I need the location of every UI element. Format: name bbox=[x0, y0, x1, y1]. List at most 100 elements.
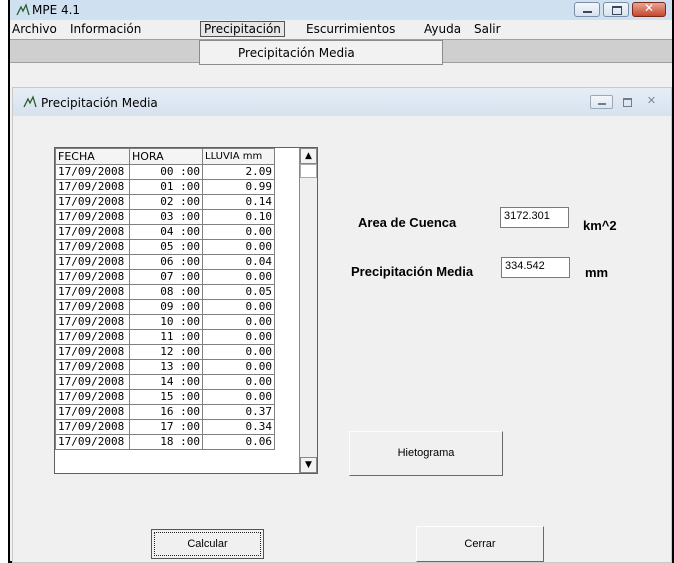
header-lluvia[interactable]: LLUVIA mm bbox=[202, 148, 275, 165]
cell-lluvia[interactable]: 0.00 bbox=[202, 239, 275, 255]
rainfall-grid[interactable]: FECHA HORA LLUVIA mm 17/09/2008 00 :00 2.0… bbox=[54, 147, 318, 474]
table-row[interactable]: 17/09/2008 16 :00 0.37 bbox=[55, 404, 275, 420]
cell-lluvia[interactable]: 0.00 bbox=[202, 314, 275, 330]
cell-fecha[interactable]: 17/09/2008 bbox=[55, 254, 130, 270]
hietograma-button[interactable]: Hietograma bbox=[349, 431, 503, 476]
table-row[interactable]: 17/09/2008 11 :00 0.00 bbox=[55, 329, 275, 345]
cell-hora[interactable]: 10 :00 bbox=[129, 314, 203, 330]
calcular-button[interactable]: Calcular bbox=[151, 529, 264, 559]
cell-hora[interactable]: 09 :00 bbox=[129, 299, 203, 315]
grid-scrollbar[interactable]: ▲ ▼ bbox=[299, 148, 317, 473]
cell-fecha[interactable]: 17/09/2008 bbox=[55, 239, 130, 255]
table-row[interactable]: 17/09/2008 13 :00 0.00 bbox=[55, 359, 275, 375]
table-row[interactable]: 17/09/2008 05 :00 0.00 bbox=[55, 239, 275, 255]
child-close-button[interactable]: ✕ bbox=[640, 94, 663, 109]
cell-hora[interactable]: 02 :00 bbox=[129, 194, 203, 210]
cell-fecha[interactable]: 17/09/2008 bbox=[55, 374, 130, 390]
precip-field[interactable]: 334.542 bbox=[501, 257, 570, 278]
cell-fecha[interactable]: 17/09/2008 bbox=[55, 299, 130, 315]
cell-hora[interactable]: 17 :00 bbox=[129, 419, 203, 435]
cell-fecha[interactable]: 17/09/2008 bbox=[55, 179, 130, 195]
cell-hora[interactable]: 05 :00 bbox=[129, 239, 203, 255]
cell-hora[interactable]: 13 :00 bbox=[129, 359, 203, 375]
table-row[interactable]: 17/09/2008 17 :00 0.34 bbox=[55, 419, 275, 435]
cell-hora[interactable]: 01 :00 bbox=[129, 179, 203, 195]
scroll-thumb[interactable] bbox=[300, 164, 317, 178]
child-minimize-button[interactable] bbox=[590, 95, 613, 109]
menu-ayuda[interactable]: Ayuda bbox=[424, 22, 461, 36]
cell-fecha[interactable]: 17/09/2008 bbox=[55, 344, 130, 360]
menu-precipitacion[interactable]: Precipitación bbox=[200, 21, 285, 37]
cell-fecha[interactable]: 17/09/2008 bbox=[55, 164, 130, 180]
table-row[interactable]: 17/09/2008 02 :00 0.14 bbox=[55, 194, 275, 210]
minimize-button[interactable] bbox=[574, 2, 600, 17]
table-row[interactable]: 17/09/2008 07 :00 0.00 bbox=[55, 269, 275, 285]
cell-hora[interactable]: 14 :00 bbox=[129, 374, 203, 390]
cell-fecha[interactable]: 17/09/2008 bbox=[55, 419, 130, 435]
cell-lluvia[interactable]: 0.00 bbox=[202, 389, 275, 405]
cell-hora[interactable]: 12 :00 bbox=[129, 344, 203, 360]
cell-lluvia[interactable]: 0.34 bbox=[202, 419, 275, 435]
area-field[interactable]: 3172.301 bbox=[500, 207, 569, 228]
cell-hora[interactable]: 00 :00 bbox=[129, 164, 203, 180]
menu-item-precipitacion-media[interactable]: Precipitación Media bbox=[238, 46, 355, 60]
table-row[interactable]: 17/09/2008 04 :00 0.00 bbox=[55, 224, 275, 240]
cell-lluvia[interactable]: 0.00 bbox=[202, 299, 275, 315]
cell-fecha[interactable]: 17/09/2008 bbox=[55, 329, 130, 345]
cell-lluvia[interactable]: 0.00 bbox=[202, 344, 275, 360]
table-row[interactable]: 17/09/2008 12 :00 0.00 bbox=[55, 344, 275, 360]
down-arrow-icon[interactable]: ▼ bbox=[300, 457, 317, 473]
cell-hora[interactable]: 18 :00 bbox=[129, 434, 203, 450]
cell-lluvia[interactable]: 0.99 bbox=[202, 179, 275, 195]
cell-hora[interactable]: 16 :00 bbox=[129, 404, 203, 420]
up-arrow-icon[interactable]: ▲ bbox=[300, 148, 317, 164]
cell-lluvia[interactable]: 0.04 bbox=[202, 254, 275, 270]
cell-lluvia[interactable]: 0.05 bbox=[202, 284, 275, 300]
header-hora[interactable]: HORA bbox=[129, 148, 203, 165]
table-row[interactable]: 17/09/2008 09 :00 0.00 bbox=[55, 299, 275, 315]
table-row[interactable]: 17/09/2008 10 :00 0.00 bbox=[55, 314, 275, 330]
cell-hora[interactable]: 15 :00 bbox=[129, 389, 203, 405]
cell-fecha[interactable]: 17/09/2008 bbox=[55, 314, 130, 330]
cell-fecha[interactable]: 17/09/2008 bbox=[55, 194, 130, 210]
cell-hora[interactable]: 03 :00 bbox=[129, 209, 203, 225]
cell-lluvia[interactable]: 0.00 bbox=[202, 329, 275, 345]
table-row[interactable]: 17/09/2008 06 :00 0.04 bbox=[55, 254, 275, 270]
table-row[interactable]: 17/09/2008 15 :00 0.00 bbox=[55, 389, 275, 405]
cell-hora[interactable]: 06 :00 bbox=[129, 254, 203, 270]
cell-fecha[interactable]: 17/09/2008 bbox=[55, 404, 130, 420]
menu-escurrimientos[interactable]: Escurrimientos bbox=[306, 22, 395, 36]
header-fecha[interactable]: FECHA bbox=[55, 148, 130, 165]
table-row[interactable]: 17/09/2008 18 :00 0.06 bbox=[55, 434, 275, 450]
child-maximize-button[interactable] bbox=[615, 95, 638, 109]
menu-archivo[interactable]: Archivo bbox=[12, 22, 57, 36]
cell-fecha[interactable]: 17/09/2008 bbox=[55, 389, 130, 405]
cell-hora[interactable]: 11 :00 bbox=[129, 329, 203, 345]
table-row[interactable]: 17/09/2008 03 :00 0.10 bbox=[55, 209, 275, 225]
cell-fecha[interactable]: 17/09/2008 bbox=[55, 284, 130, 300]
cell-lluvia[interactable]: 0.00 bbox=[202, 269, 275, 285]
cell-fecha[interactable]: 17/09/2008 bbox=[55, 359, 130, 375]
cell-lluvia[interactable]: 0.00 bbox=[202, 374, 275, 390]
cell-lluvia[interactable]: 0.37 bbox=[202, 404, 275, 420]
cell-lluvia[interactable]: 0.00 bbox=[202, 224, 275, 240]
close-button[interactable]: ✕ bbox=[632, 1, 666, 17]
table-row[interactable]: 17/09/2008 08 :00 0.05 bbox=[55, 284, 275, 300]
menu-salir[interactable]: Salir bbox=[474, 22, 501, 36]
cell-lluvia[interactable]: 0.14 bbox=[202, 194, 275, 210]
cell-lluvia[interactable]: 0.00 bbox=[202, 359, 275, 375]
cell-fecha[interactable]: 17/09/2008 bbox=[55, 224, 130, 240]
cell-fecha[interactable]: 17/09/2008 bbox=[55, 434, 130, 450]
cell-lluvia[interactable]: 2.09 bbox=[202, 164, 275, 180]
cell-lluvia[interactable]: 0.06 bbox=[202, 434, 275, 450]
cell-fecha[interactable]: 17/09/2008 bbox=[55, 269, 130, 285]
cell-lluvia[interactable]: 0.10 bbox=[202, 209, 275, 225]
table-row[interactable]: 17/09/2008 01 :00 0.99 bbox=[55, 179, 275, 195]
cell-hora[interactable]: 08 :00 bbox=[129, 284, 203, 300]
cell-fecha[interactable]: 17/09/2008 bbox=[55, 209, 130, 225]
menu-informacion[interactable]: Información bbox=[70, 22, 141, 36]
cell-hora[interactable]: 07 :00 bbox=[129, 269, 203, 285]
maximize-button[interactable] bbox=[603, 2, 629, 17]
table-row[interactable]: 17/09/2008 00 :00 2.09 bbox=[55, 164, 275, 180]
cerrar-button[interactable]: Cerrar bbox=[416, 526, 544, 562]
